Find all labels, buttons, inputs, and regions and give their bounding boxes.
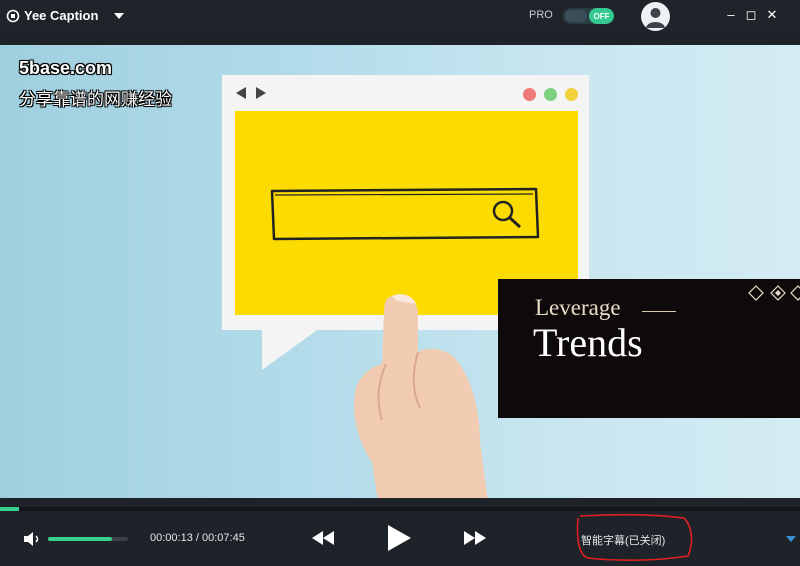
maximize-button[interactable]: ◻ [744,7,758,23]
pro-toggle[interactable]: OFF [563,8,614,24]
diamond-ornament-icon [748,285,800,301]
toggle-knob [565,10,587,22]
toggle-label: OFF [589,8,614,24]
chevron-down-icon[interactable] [113,11,125,21]
user-avatar-icon[interactable] [641,2,670,31]
minimize-button[interactable]: – [724,7,738,23]
search-box-sketch [270,187,540,241]
play-icon[interactable] [387,525,411,551]
app-title: Yee Caption [24,8,99,23]
watermark-text: 分享靠谱的网赚经验 [19,90,172,109]
video-frame[interactable]: 5base.com 分享靠谱的网赚经验 Leverage Trends [0,45,800,498]
logo-icon [6,9,20,23]
overlay-small-text: Leverage [535,295,621,320]
volume-slider-fill [48,537,112,541]
annotation-circle [576,513,693,561]
hand-image [353,294,488,498]
close-button[interactable]: ✕ [765,7,779,23]
green-dot-icon [544,88,557,101]
watermark-url: 5base.com [19,58,113,78]
fast-forward-icon[interactable] [464,531,486,545]
volume-slider[interactable] [48,537,128,541]
player-controls: 00:00:13 / 00:07:45 智能字幕(已关闭) [0,511,800,566]
speech-tail [262,328,320,370]
pro-label: PRO [529,9,553,21]
red-dot-icon [523,88,536,101]
time-display: 00:00:13 / 00:07:45 [150,532,245,544]
yellow-dot-icon [565,88,578,101]
trends-overlay: Leverage Trends [498,279,800,418]
overlay-big-text: Trends [533,320,643,365]
nav-arrows-icon [236,87,266,99]
speaker-icon[interactable] [24,532,42,546]
divider [642,311,676,312]
title-bar: Yee Caption PRO OFF – ◻ ✕ [0,0,800,32]
rewind-icon[interactable] [312,531,334,545]
triangle-down-icon[interactable] [786,535,796,543]
